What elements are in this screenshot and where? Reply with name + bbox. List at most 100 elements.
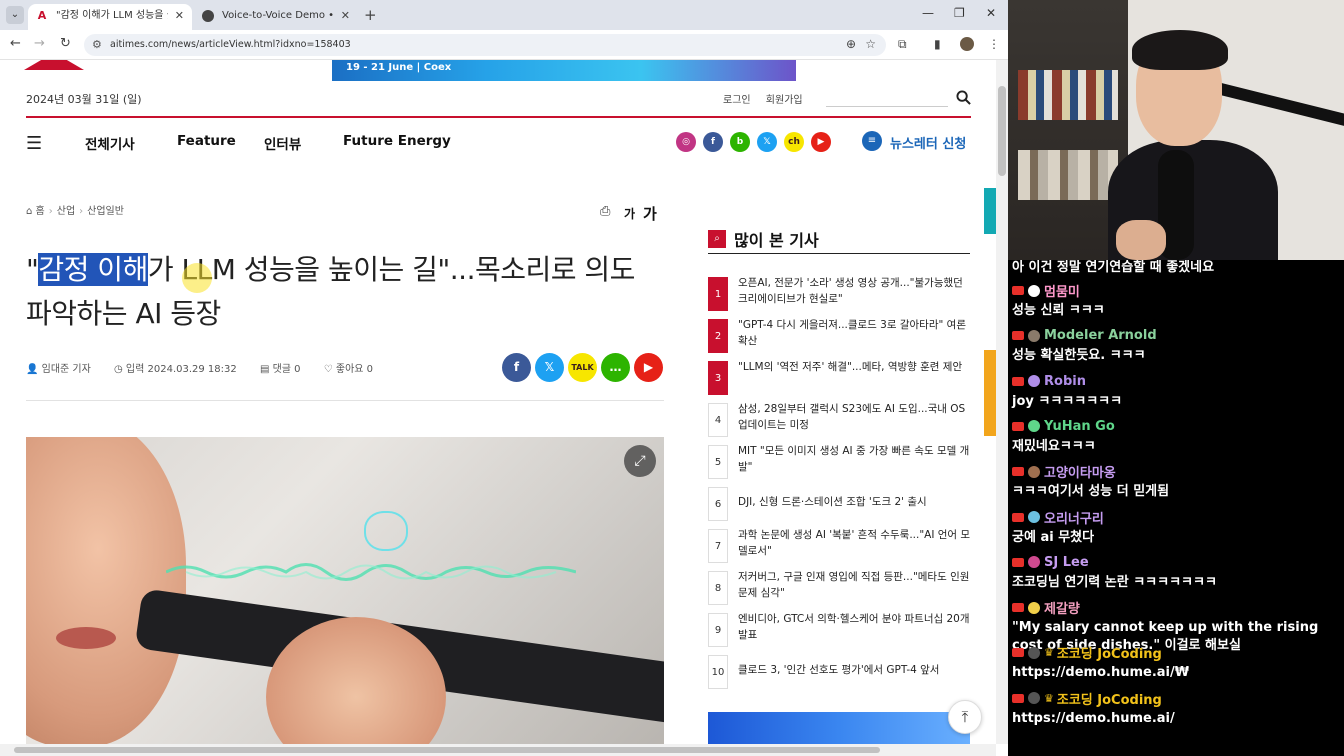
avatar — [1028, 601, 1040, 614]
youtube-badge-icon — [1012, 512, 1024, 522]
tab-aitimes[interactable]: A "감정 이해가 LLM 성능을 높이 ✕ — [28, 4, 192, 30]
breadcrumb-industry-general[interactable]: 산업일반 — [87, 206, 124, 217]
close-tab-icon[interactable]: ✕ — [175, 4, 184, 28]
forward-icon[interactable]: → — [34, 36, 45, 51]
avatar — [1028, 420, 1040, 433]
breadcrumb-home[interactable]: 홈 — [36, 206, 45, 217]
share-x-icon[interactable]: 𝕏 — [535, 353, 564, 382]
chat-username: Modeler Arnold — [1044, 328, 1157, 344]
nav-all-articles[interactable]: 전체기사 — [85, 133, 135, 153]
youtube-badge-icon — [1012, 286, 1024, 295]
browser-menu-icon[interactable]: ⋮ — [988, 37, 1000, 51]
kakao-channel-icon[interactable]: ch — [784, 132, 804, 152]
popular-item[interactable]: 9 엔비디아, GTC서 의학·헬스케어 분야 파트너십 20개 발표 — [708, 611, 970, 649]
chat-author-line: SJ Lee — [1012, 552, 1342, 574]
tab-hume[interactable]: Voice-to-Voice Demo • Hume ✕ — [194, 4, 358, 30]
rank-number: 10 — [708, 655, 728, 689]
font-increase-button[interactable]: 가 — [643, 203, 657, 224]
scroll-to-top-icon[interactable]: ⤒ — [948, 700, 982, 734]
like-count[interactable]: ♡ 좋아요 0 — [324, 364, 383, 375]
login-link[interactable]: 로그인 — [723, 95, 751, 106]
popular-item[interactable]: 8 저커버그, 구글 인재 영입에 직접 등판..."메타도 인원 문제 심각" — [708, 569, 970, 607]
naver-blog-icon[interactable]: b — [730, 132, 750, 152]
tab-strip: ⌄ A "감정 이해가 LLM 성능을 높이 ✕ Voice-to-Voice … — [0, 0, 1008, 30]
reload-icon[interactable]: ↻ — [60, 36, 71, 51]
hamburger-menu-icon[interactable]: ☰ — [26, 133, 42, 154]
top-banner-ad[interactable]: 19 - 21 June | Coex — [332, 60, 796, 81]
popular-item[interactable]: 10 클로드 3, '인간 선호도 평가'에서 GPT-4 앞서 — [708, 653, 970, 691]
popular-item-title[interactable]: MIT "모든 이미지 생성 AI 중 가장 빠른 속도 모델 개발" — [738, 443, 974, 475]
expand-image-icon[interactable]: ⤢ — [624, 445, 656, 477]
facebook-icon[interactable]: f — [703, 132, 723, 152]
horizontal-scrollbar[interactable] — [0, 744, 996, 756]
aitimes-logo[interactable] — [24, 60, 84, 70]
close-window-icon[interactable]: ✕ — [986, 6, 996, 20]
comment-count[interactable]: ▤ 댓글 0 — [260, 364, 311, 375]
popular-item[interactable]: 7 과학 논문에 생성 AI '복붙' 흔적 수두룩..."AI 언어 모델로서" — [708, 527, 970, 565]
tab-search-icon[interactable]: ⌄ — [6, 6, 24, 24]
popular-item[interactable]: 4 삼성, 28일부터 갤럭시 S23에도 AI 도입...국내 OS 업데이트는… — [708, 401, 970, 439]
popular-item-title[interactable]: 오픈AI, 전문가 '소라' 생성 영상 공개..."불가능했던 크리에이티브가… — [738, 275, 974, 307]
rank-number: 5 — [708, 445, 728, 479]
avatar — [1028, 556, 1040, 569]
nav-future-energy[interactable]: Future Energy — [343, 133, 451, 149]
popular-item-title[interactable]: "GPT-4 다시 게을러져...클로드 3로 갈아타라" 여론 확산 — [738, 317, 974, 349]
floating-side-tab[interactable] — [984, 188, 996, 234]
x-twitter-icon[interactable]: 𝕏 — [757, 132, 777, 152]
popular-item-title[interactable]: 과학 논문에 생성 AI '복붙' 흔적 수두룩..."AI 언어 모델로서" — [738, 527, 974, 559]
floating-side-banner[interactable] — [984, 350, 996, 436]
extensions-icon[interactable]: ⧉ — [898, 37, 907, 52]
popular-item[interactable]: 2 "GPT-4 다시 게을러져...클로드 3로 갈아타라" 여론 확산 — [708, 317, 970, 355]
popular-item-title[interactable]: DJI, 신형 드론·스테이션 조합 '도크 2' 출시 — [738, 494, 974, 510]
profile-avatar[interactable] — [960, 37, 974, 51]
article-meta: 👤 임대준 기자 ◷ 입력 2024.03.29 18:32 ▤ 댓글 0 ♡ … — [26, 360, 393, 375]
zoom-icon[interactable]: ⊕ — [846, 37, 856, 51]
close-tab-icon[interactable]: ✕ — [341, 4, 350, 28]
popular-item-title[interactable]: 클로드 3, '인간 선호도 평가'에서 GPT-4 앞서 — [738, 662, 974, 678]
share-sms-icon[interactable]: … — [601, 353, 630, 382]
selected-text[interactable]: 감정 이해 — [38, 253, 148, 286]
instagram-icon[interactable]: ◎ — [676, 132, 696, 152]
tab-title: Voice-to-Voice Demo • Hume — [222, 10, 334, 21]
chat-author-line: YuHan Go — [1012, 416, 1342, 438]
site-search-input[interactable] — [826, 106, 948, 107]
popular-item-title[interactable]: 삼성, 28일부터 갤럭시 S23에도 AI 도입...국내 OS 업데이트는 … — [738, 401, 974, 433]
side-panel-icon[interactable]: ▮ — [934, 37, 941, 51]
font-decrease-button[interactable]: 가 — [624, 205, 635, 222]
search-icon[interactable] — [956, 90, 971, 109]
sidebar-ad[interactable] — [708, 712, 970, 744]
chat-message: 고양이타마옹 ㅋㅋㅋ여기서 성능 더 믿게됨 — [1012, 461, 1342, 501]
popular-item[interactable]: 6 DJI, 신형 드론·스테이션 조합 '도크 2' 출시 — [708, 485, 970, 523]
streamer-hair — [1132, 30, 1228, 70]
article-title: "감정 이해가 LLM 성능을 높이는 길"...목소리로 의도 파악하는 AI… — [26, 248, 666, 336]
voice-wave-graphic — [166, 563, 576, 581]
nav-feature[interactable]: Feature — [177, 133, 236, 149]
url-field[interactable]: ⚙ aitimes.com/news/articleView.html?idxn… — [84, 34, 886, 56]
minimize-icon[interactable]: — — [922, 6, 934, 20]
breadcrumb-industry[interactable]: 산업 — [57, 206, 75, 217]
share-youtube-icon[interactable]: ▶ — [634, 353, 663, 382]
print-icon[interactable]: ⎙ — [600, 204, 610, 219]
signup-link[interactable]: 회원가입 — [766, 95, 803, 106]
share-kakaotalk-icon[interactable]: TALK — [568, 353, 597, 382]
popular-item[interactable]: 3 "LLM의 '역전 저주' 해결"...메타, 역방향 훈련 제안 — [708, 359, 970, 397]
restore-icon[interactable]: ❐ — [954, 6, 965, 20]
back-icon[interactable]: ← — [10, 36, 21, 51]
popular-item-title[interactable]: 엔비디아, GTC서 의학·헬스케어 분야 파트너십 20개 발표 — [738, 611, 974, 643]
popular-item[interactable]: 1 오픈AI, 전문가 '소라' 생성 영상 공개..."불가능했던 크리에이티브… — [708, 275, 970, 313]
home-icon[interactable]: ⌂ — [26, 206, 32, 217]
popular-item-title[interactable]: "LLM의 '역전 저주' 해결"...메타, 역방향 훈련 제안 — [738, 359, 974, 375]
scrollbar-thumb[interactable] — [14, 747, 880, 753]
scrollbar-thumb[interactable] — [998, 86, 1006, 176]
youtube-icon[interactable]: ▶ — [811, 132, 831, 152]
popular-item-title[interactable]: 저커버그, 구글 인재 영입에 직접 등판..."메타도 인원 문제 심각" — [738, 569, 974, 601]
new-tab-icon[interactable]: + — [364, 6, 377, 24]
rank-number: 9 — [708, 613, 728, 647]
chat-message: 멈뭄미 성능 신뢰 ㅋㅋㅋ — [1012, 280, 1342, 320]
popular-item[interactable]: 5 MIT "모든 이미지 생성 AI 중 가장 빠른 속도 모델 개발" — [708, 443, 970, 481]
site-info-icon[interactable]: ⚙ — [92, 38, 102, 51]
vertical-scrollbar[interactable] — [996, 60, 1008, 744]
bookmark-star-icon[interactable]: ☆ — [865, 37, 876, 51]
share-facebook-icon[interactable]: f — [502, 353, 531, 382]
nav-interview[interactable]: 인터뷰 — [264, 133, 301, 153]
